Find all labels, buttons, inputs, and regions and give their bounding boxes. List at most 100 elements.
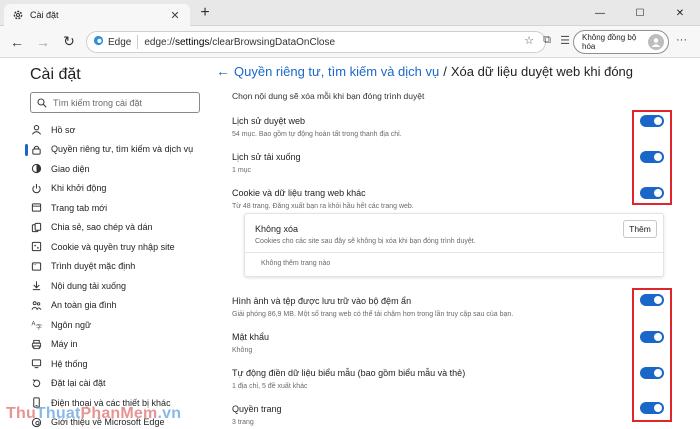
person-icon <box>30 124 42 136</box>
back-arrow-icon[interactable]: ← <box>216 63 234 79</box>
minimize-icon[interactable]: — <box>580 0 620 26</box>
sidebar-item[interactable]: Giao diện <box>30 159 210 179</box>
new-tab-icon <box>30 202 42 214</box>
svg-text:字: 字 <box>36 323 42 330</box>
title-bar: Cài đặt ✕ + — ☐ ✕ <box>0 0 700 26</box>
cookie-permissions-icon <box>30 241 42 253</box>
reset-icon <box>30 377 42 389</box>
watermark-part: .vn <box>157 405 182 422</box>
sidebar-item[interactable]: Khi khởi động <box>30 179 210 199</box>
watermark: ThuThuatPhanMem.vn <box>6 405 181 423</box>
refresh-icon[interactable]: ↻ <box>56 29 82 55</box>
window-controls: — ☐ ✕ <box>580 0 700 26</box>
avatar-icon <box>648 34 664 50</box>
sidebar-item-label: An toàn gia đình <box>51 300 117 311</box>
row-title: Lịch sử duyệt web <box>232 116 306 126</box>
row-title: Lịch sử tải xuống <box>232 152 301 162</box>
back-icon[interactable]: ← <box>4 29 30 55</box>
close-tab-icon[interactable]: ✕ <box>168 9 182 22</box>
sidebar-item[interactable]: Máy in <box>30 335 210 355</box>
family-icon <box>30 299 42 311</box>
sidebar-item-label: Nội dung tải xuống <box>51 280 127 291</box>
sidebar-item-label: Hệ thống <box>51 358 88 369</box>
system-icon <box>30 358 42 370</box>
main-content: ← Quyền riêng tư, tìm kiếm và dịch vụ / … <box>210 59 700 429</box>
new-tab-button[interactable]: + <box>196 5 214 23</box>
exceptions-empty: Không thêm trang nào <box>261 260 331 267</box>
exceptions-title: Không xóa <box>255 224 299 234</box>
row-subtitle: 1 mục <box>232 167 252 174</box>
sidebar-item[interactable]: Hồ sơ <box>30 120 210 140</box>
breadcrumb-link[interactable]: Quyền riêng tư, tìm kiếm và dịch vụ <box>234 64 439 79</box>
row-subtitle: Từ 48 trang. Đăng xuất bạn ra khỏi hầu h… <box>232 203 414 210</box>
divider <box>245 252 663 253</box>
sidebar-item-label: Đặt lại cài đặt <box>51 378 106 389</box>
row-subtitle: 1 địa chỉ, 5 đề xuất khác <box>232 383 308 390</box>
page-title: Xóa dữ liệu duyệt web khi đóng <box>450 63 634 79</box>
search-input[interactable]: Tìm kiếm trong cài đặt <box>30 92 200 113</box>
sidebar-item-label: Quyền riêng tư, tìm kiếm và dịch vụ <box>51 144 194 155</box>
sidebar-item[interactable]: Đặt lại cài đặt <box>30 374 210 394</box>
maximize-icon[interactable]: ☐ <box>620 0 660 26</box>
row-cached-images: Hình ảnh và tệp được lưu trữ vào bộ đệm … <box>232 296 672 318</box>
sidebar-item[interactable]: Trình duyệt mặc định <box>30 257 210 277</box>
download-icon <box>30 280 42 292</box>
power-icon <box>30 182 42 194</box>
sidebar-item[interactable]: Quyền riêng tư, tìm kiếm và dịch vụ <box>25 140 210 160</box>
favorites-bar-icon[interactable]: ☰ <box>556 34 574 50</box>
row-site-permissions: Quyền trang 3 trang <box>232 404 672 426</box>
add-exception-button[interactable]: Thêm <box>623 220 657 238</box>
more-options-icon[interactable]: ··· <box>676 34 687 46</box>
sidebar-item-label: Chia sẻ, sao chép và dán <box>51 222 153 233</box>
printer-icon <box>30 338 42 350</box>
breadcrumb-separator: / <box>443 63 447 79</box>
browser-toolbar: ← → ↻ Edge edge://settings/clearBrowsing… <box>0 26 700 58</box>
highlight-box-bottom <box>632 288 672 422</box>
sidebar-item[interactable]: Trang tab mới <box>30 198 210 218</box>
row-download-history: Lịch sử tải xuống 1 mục <box>232 152 672 174</box>
sidebar-item-label: Cookie và quyền truy nhập site <box>51 241 175 252</box>
highlight-box-top <box>632 110 672 205</box>
profile-button[interactable]: Không đồng bộ hóa <box>573 30 669 54</box>
collections-icon[interactable]: ⧉ <box>538 34 556 50</box>
sidebar-list: Hồ sơ Quyền riêng tư, tìm kiếm và dịch vụ… <box>25 120 210 429</box>
sidebar-item[interactable]: An toàn gia đình <box>30 296 210 316</box>
url-path: /clearBrowsingDataOnClose <box>209 36 336 48</box>
row-title: Cookie và dữ liệu trang web khác <box>232 188 366 198</box>
sidebar-item[interactable]: A 字 Ngôn ngữ <box>30 315 210 335</box>
watermark-part: PhanMem <box>80 405 158 422</box>
sidebar-item[interactable]: Nội dung tải xuống <box>30 276 210 296</box>
settings-sidebar: Cài đặt Tìm kiếm trong cài đặt Hồ sơ Quyề… <box>0 59 210 429</box>
sidebar-item-label: Trình duyệt mặc định <box>51 261 136 272</box>
row-subtitle: Giải phóng 86,9 MB. Một số trang web có … <box>232 311 514 318</box>
url-host: settings <box>174 36 210 48</box>
url-text: edge://settings/clearBrowsingDataOnClose <box>144 37 539 48</box>
row-browsing-history: Lịch sử duyệt web 54 mục. Bao gồm tự độn… <box>232 116 672 138</box>
share-icon <box>30 221 42 233</box>
row-title: Tự động điền dữ liệu biểu mẫu (bao gồm b… <box>232 368 466 378</box>
forward-icon[interactable]: → <box>30 29 56 55</box>
row-title: Quyền trang <box>232 404 282 414</box>
intro-text: Chọn nội dung sẽ xóa mỗi khi bạn đóng tr… <box>232 91 425 101</box>
close-window-icon[interactable]: ✕ <box>660 0 700 26</box>
search-placeholder: Tìm kiếm trong cài đặt <box>53 97 143 108</box>
address-bar[interactable]: Edge edge://settings/clearBrowsingDataOn… <box>86 31 546 53</box>
tab-title: Cài đặt <box>30 10 59 20</box>
edge-logo-icon <box>93 35 104 49</box>
tab-settings[interactable]: Cài đặt ✕ <box>4 4 190 26</box>
sidebar-item-label: Hồ sơ <box>51 124 76 135</box>
favorite-icon[interactable]: ☆ <box>520 34 538 50</box>
sidebar-item[interactable]: Cookie và quyền truy nhập site <box>30 237 210 257</box>
appearance-icon <box>30 163 42 175</box>
sidebar-item-label: Giao diện <box>51 163 90 174</box>
sidebar-title: Cài đặt <box>30 66 81 83</box>
row-subtitle: 54 mục. Bao gồm tự động hoàn tất trong t… <box>232 131 402 138</box>
row-title: Mật khẩu <box>232 332 270 342</box>
row-subtitle: 3 trang <box>232 419 254 426</box>
url-prefix: edge:// <box>144 36 175 48</box>
row-title: Hình ảnh và tệp được lưu trữ vào bộ đệm … <box>232 296 412 306</box>
edge-badge: Edge <box>93 35 139 49</box>
sidebar-item[interactable]: Chia sẻ, sao chép và dán <box>30 218 210 238</box>
sidebar-item[interactable]: Hệ thống <box>30 354 210 374</box>
search-icon <box>37 97 47 108</box>
